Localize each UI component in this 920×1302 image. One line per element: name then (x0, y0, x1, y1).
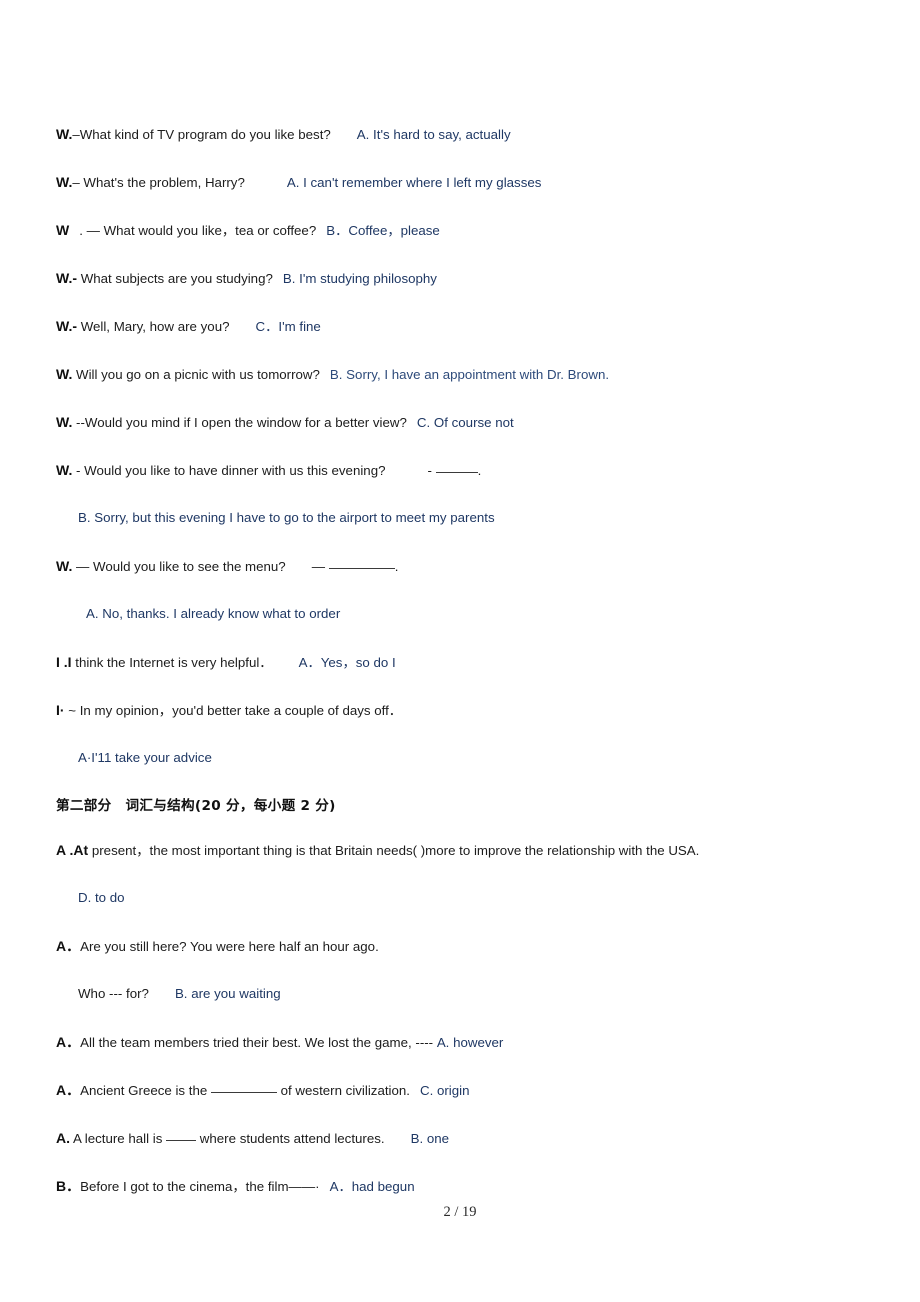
question-letter: W. (56, 558, 73, 574)
question-answer-line: D. to do (56, 888, 868, 936)
question-item: A．Are you still here? You were here half… (56, 936, 868, 984)
question-letter: W (56, 222, 70, 238)
question-stem: Will you go on a picnic with us tomorrow… (72, 367, 320, 382)
question-item: I· ~ In my opinion，you'd better take a c… (56, 700, 868, 748)
question-stem-after-blank: where students attend lectures. (196, 1131, 385, 1146)
question-letter: W. (56, 126, 73, 142)
blank-suffix: . (394, 559, 399, 574)
question-stem: All the team members tried their best. W… (80, 1035, 434, 1050)
question-letter: W.- (56, 318, 77, 334)
answer-blank (328, 568, 395, 569)
document-page: W.–What kind of TV program do you like b… (0, 0, 920, 1302)
question-answer: B. Sorry, I have an appointment with Dr.… (329, 367, 610, 382)
question-letter: W. (56, 462, 73, 478)
question-answer-line: A·I'11 take your advice (56, 748, 868, 796)
question-letter: W. (56, 366, 73, 382)
question-stem: ~ In my opinion，you'd better take a coup… (64, 703, 403, 718)
question-stem: think the Internet is very helpful． (71, 655, 273, 670)
answer-blank (435, 472, 478, 473)
question-answer: D. to do (78, 890, 125, 905)
question-letter: W. (56, 174, 73, 190)
question-letter: A． (56, 1034, 81, 1050)
question-item: A. A lecture hall is where students atte… (56, 1128, 868, 1176)
page-footer: 2 / 19 (443, 1204, 477, 1220)
question-stem: –What kind of TV program do you like bes… (72, 127, 331, 142)
question-item: W.- Well, Mary, how are you? C．I'm fine (56, 316, 868, 364)
question-followup: Who --- for? (78, 986, 149, 1001)
question-letter: B． (56, 1178, 81, 1194)
question-letter: A． (56, 1082, 81, 1098)
answer-blank (210, 1092, 277, 1093)
question-letter: I .I (56, 654, 72, 670)
question-stem-after-blank: of western civilization. (276, 1083, 410, 1098)
blank-prefix: — (311, 559, 326, 574)
question-answer: A. It's hard to say, actually (356, 127, 511, 142)
question-item: A．Ancient Greece is the of western civil… (56, 1080, 868, 1128)
question-letter: W.- (56, 270, 77, 286)
question-answer: B. Sorry, but this evening I have to go … (78, 510, 495, 525)
page-content: W.–What kind of TV program do you like b… (56, 124, 868, 1224)
question-item: W. --Would you mind if I open the window… (56, 412, 868, 460)
question-stem: — Would you like to see the menu? (72, 559, 286, 574)
question-answer: C. Of course not (416, 415, 514, 430)
question-letter: I· (56, 702, 65, 718)
question-answer: A. however (436, 1035, 504, 1050)
question-answer: C．I'm fine (255, 319, 321, 334)
question-followup-line: Who --- for? B. are you waiting (56, 984, 868, 1032)
question-answer: A·I'11 take your advice (78, 750, 212, 765)
question-answer: A. I can't remember where I left my glas… (286, 175, 542, 190)
question-item: W. Will you go on a picnic with us tomor… (56, 364, 868, 412)
question-item: W. - Would you like to have dinner with … (56, 460, 868, 508)
question-stem: Well, Mary, how are you? (77, 319, 230, 334)
question-item: W.- What subjects are you studying? B. I'… (56, 268, 868, 316)
question-item: W. — Would you like to see the menu? — . (56, 556, 868, 604)
question-item: I .I think the Internet is very helpful．… (56, 652, 868, 700)
question-answer: A．Yes，so do I (298, 655, 396, 670)
question-letter: A .At (56, 842, 89, 858)
question-item: W.–What kind of TV program do you like b… (56, 124, 868, 172)
question-item: W . — What would you like，tea or coffee? B… (56, 220, 868, 268)
question-stem: present，the most important thing is that… (88, 843, 700, 858)
section-heading: 第二部分 词汇与结构(20 分，每小题 2 分) (56, 798, 336, 814)
question-answer: A．had begun (329, 1179, 415, 1194)
question-answer-line: B. Sorry, but this evening I have to go … (56, 508, 868, 556)
answer-blank (166, 1140, 197, 1141)
question-stem-before-blank: A lecture hall is (70, 1131, 167, 1146)
question-letter: A． (56, 938, 81, 954)
question-item: W.– What's the problem, Harry? A. I can't… (56, 172, 868, 220)
blank-prefix: - (427, 463, 432, 478)
question-answer: B. one (410, 1131, 450, 1146)
question-stem: Before I got to the cinema，the film——· (80, 1179, 320, 1194)
question-stem: . — What would you like，tea or coffee? (79, 223, 317, 238)
blank-suffix: . (477, 463, 482, 478)
question-answer: B．Coffee，please (326, 223, 440, 238)
question-letter: W. (56, 414, 73, 430)
question-answer: C. origin (419, 1083, 470, 1098)
question-stem-before-blank: Ancient Greece is the (80, 1083, 211, 1098)
question-item: A．All the team members tried their best.… (56, 1032, 868, 1080)
question-stem: – What's the problem, Harry? (72, 175, 245, 190)
question-stem: --Would you mind if I open the window fo… (72, 415, 407, 430)
question-item: A .At present，the most important thing i… (56, 840, 868, 888)
question-stem: What subjects are you studying? (77, 271, 273, 286)
question-answer: A. No, thanks. I already know what to or… (86, 606, 341, 621)
question-answer: B. are you waiting (174, 986, 281, 1001)
question-stem: - Would you like to have dinner with us … (72, 463, 386, 478)
question-letter: A. (56, 1130, 70, 1146)
question-answer: B. I'm studying philosophy (282, 271, 437, 286)
question-answer-line: A. No, thanks. I already know what to or… (56, 604, 868, 652)
question-stem: Are you still here? You were here half a… (80, 939, 379, 954)
